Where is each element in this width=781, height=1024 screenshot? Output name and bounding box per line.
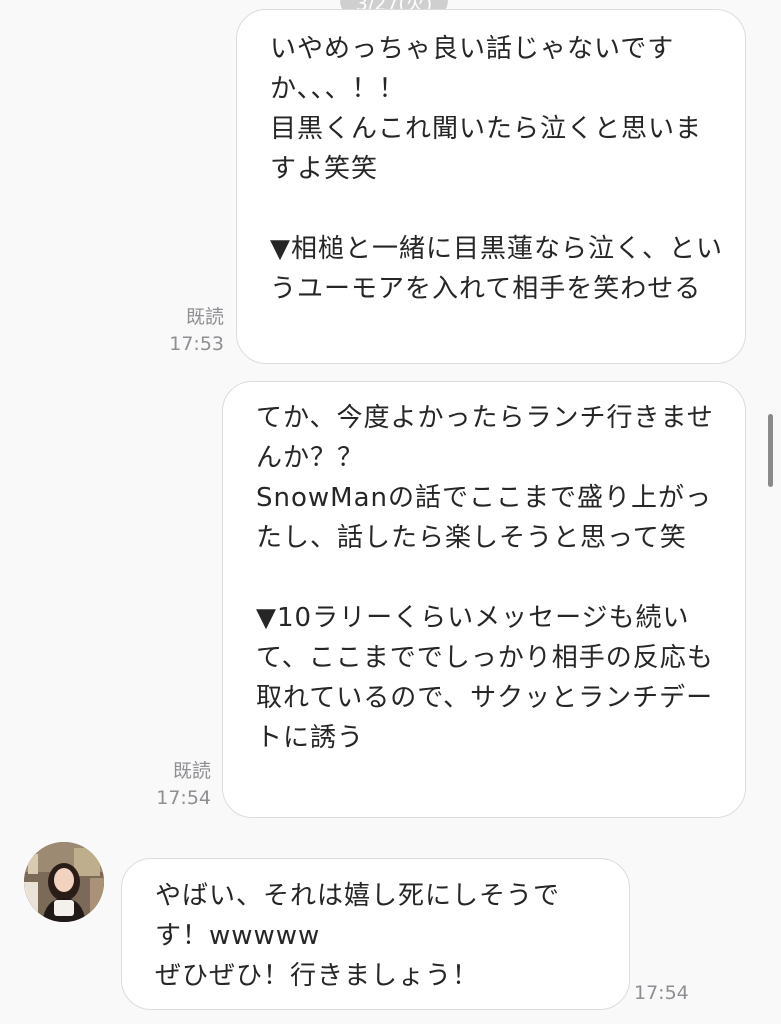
- message-time: 17:54: [634, 982, 689, 1004]
- sent-message-bubble[interactable]: いやめっちゃ良い話じゃないですか、、、！！ 目黒くんこれ聞いたら泣くと思いますよ…: [236, 9, 746, 364]
- sent-message-bubble[interactable]: てか、今度よかったらランチ行きませんか？？ SnowManの話でここまで盛り上が…: [222, 381, 746, 818]
- avatar-photo-icon: [24, 842, 104, 922]
- received-message-bubble[interactable]: やばい、それは嬉し死にしそうです！wwwww ぜひぜひ！行きましょう！: [121, 858, 630, 1010]
- contact-avatar[interactable]: [24, 842, 104, 922]
- message-time: 17:54: [156, 787, 211, 809]
- read-receipt: 既読: [172, 760, 211, 782]
- message-time: 17:53: [169, 333, 224, 355]
- read-receipt: 既読: [185, 306, 224, 328]
- message-meta: 既読 17:54: [135, 758, 211, 812]
- scrollbar-thumb[interactable]: [768, 414, 773, 487]
- message-meta: 既読 17:53: [150, 304, 224, 358]
- message-meta: 17:54: [634, 980, 704, 1007]
